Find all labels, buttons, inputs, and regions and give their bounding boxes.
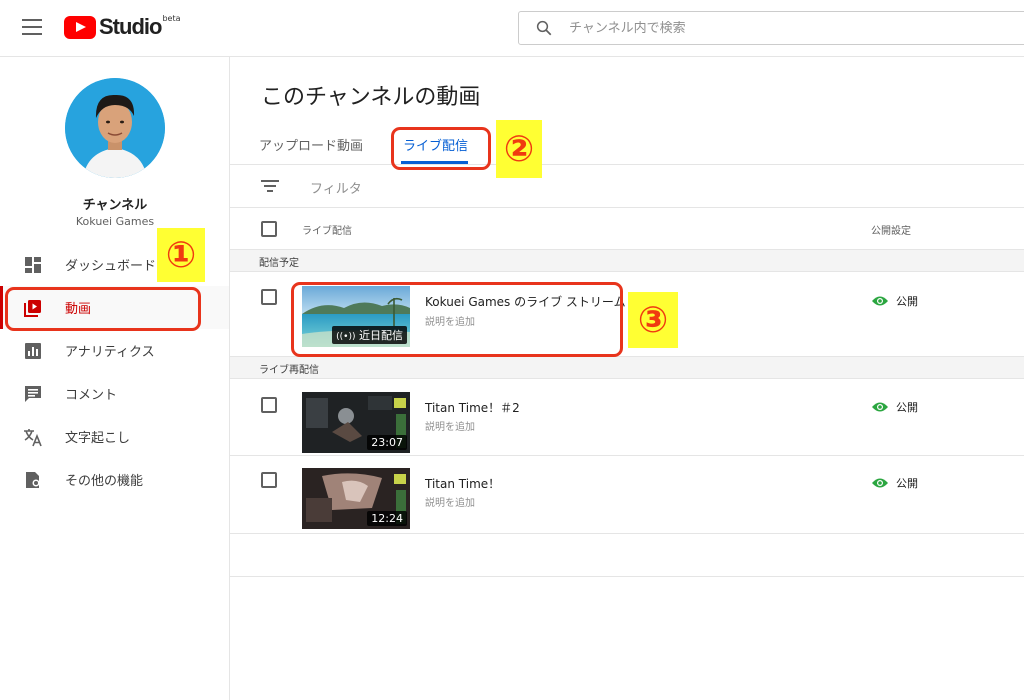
table-row[interactable]: 23:07 Titan Time！＃2 説明を追加 公開 [230,379,1024,456]
empty-row [230,534,1024,577]
video-description[interactable]: 説明を追加 [425,494,475,509]
youtube-play-icon [64,16,96,39]
other-features-icon [26,471,40,488]
video-description[interactable]: 説明を追加 [425,418,475,433]
section-label: ライブ再配信 [259,365,319,376]
table-header: ライブ配信 公開設定 [230,208,1024,250]
dashboard-icon [25,256,41,273]
video-thumbnail[interactable]: 23:07 [302,392,410,453]
row-checkbox[interactable] [261,472,277,488]
logo-beta-badge: beta [162,14,181,23]
duration-badge: 23:07 [367,435,407,450]
avatar-portrait [65,78,165,178]
channel-name: Kokuei Games [75,215,155,228]
video-title[interactable]: Titan Time！＃2 [425,399,520,416]
page-title: このチャンネルの動画 [261,85,481,110]
filter-label[interactable]: フィルタ [310,178,362,197]
visibility-status[interactable]: 公開 [872,399,918,415]
visibility-label: 公開 [896,295,918,308]
annotation-highlight-live-tab [391,127,491,170]
video-title[interactable]: Titan Time！ [425,475,500,492]
search-icon[interactable] [535,19,553,37]
tab-uploads[interactable]: アップロード動画 [259,135,363,154]
search-input[interactable] [569,20,969,36]
channel-title: チャンネル [82,198,148,213]
sidebar-item-other-features[interactable]: その他の機能 [0,458,229,501]
menu-icon[interactable] [22,19,42,35]
sidebar-item-comments[interactable]: コメント [0,372,229,415]
section-label: 配信予定 [259,258,299,269]
section-header: 配信予定 [230,250,1024,272]
analytics-icon [25,342,41,359]
eye-icon [872,478,888,488]
row-checkbox[interactable] [261,397,277,413]
channel-avatar[interactable] [65,78,165,178]
visibility-status[interactable]: 公開 [872,475,918,491]
sidebar: チャンネル Kokuei Games ダッシュボード 動画 アナリティクス コメ… [0,57,230,700]
sidebar-item-label: 文字起こし [65,431,131,446]
sidebar-item-analytics[interactable]: アナリティクス [0,329,229,372]
tab-bar: アップロード動画 ライブ配信 [230,129,1024,165]
row-checkbox[interactable] [261,289,277,305]
sidebar-item-label: コメント [65,388,118,403]
search-box[interactable] [518,11,1024,45]
sidebar-item-subtitles[interactable]: 文字起こし [0,415,229,458]
top-bar: Studio beta [0,0,1024,57]
eye-icon [872,402,888,412]
annotation-marker-2: ② [496,120,542,178]
visibility-label: 公開 [896,401,918,414]
visibility-label: 公開 [896,477,918,490]
filter-icon[interactable] [261,179,279,193]
studio-logo[interactable]: Studio beta [64,14,180,42]
sidebar-item-label: ダッシュボード [65,259,157,274]
select-all-checkbox[interactable] [261,221,277,237]
column-header-video[interactable]: ライブ配信 [302,222,352,237]
table-row[interactable]: 12:24 Titan Time！ 説明を追加 公開 [230,456,1024,534]
sidebar-item-label: アナリティクス [65,345,155,360]
annotation-marker-3: ③ [628,292,678,348]
eye-icon [872,296,888,306]
section-header: ライブ再配信 [230,357,1024,379]
logo-text: Studio [99,14,162,39]
annotation-marker-1: ① [157,228,205,282]
duration-badge: 12:24 [367,511,407,526]
sidebar-item-label: その他の機能 [65,474,144,489]
comment-icon [25,385,41,402]
annotation-highlight-videos [5,287,201,331]
filter-bar[interactable]: フィルタ [230,165,1024,208]
annotation-highlight-livestream-row [291,282,623,357]
video-thumbnail[interactable]: 12:24 [302,468,410,529]
column-header-visibility[interactable]: 公開設定 [871,222,911,237]
visibility-status[interactable]: 公開 [872,293,918,309]
translate-icon [24,428,42,446]
main-content: このチャンネルの動画 アップロード動画 ライブ配信 フィルタ ライブ配信 公開設… [230,57,1024,700]
